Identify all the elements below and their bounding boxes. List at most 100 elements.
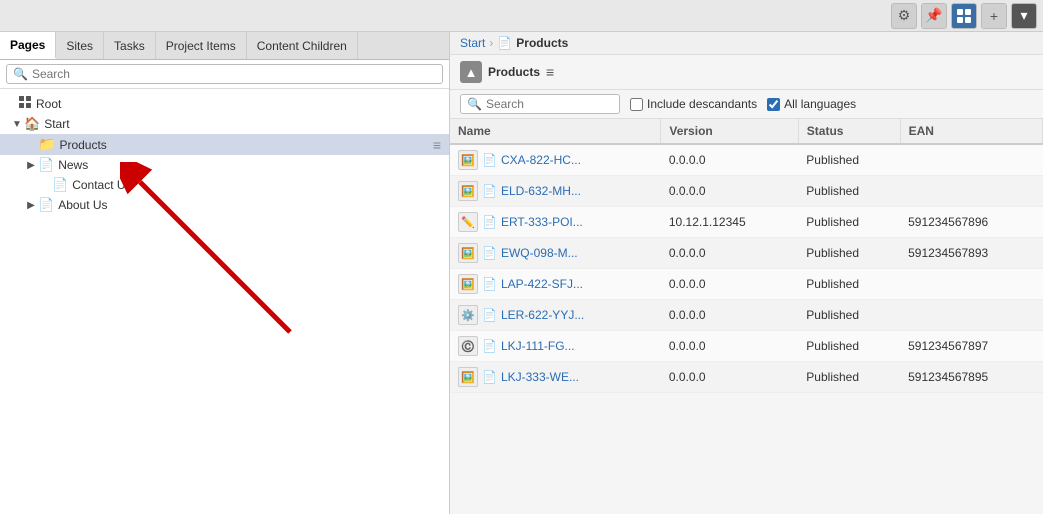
cell-ean: 591234567897	[900, 331, 1042, 362]
tree-root-label: Root	[36, 97, 445, 111]
table-row[interactable]: 🖼️ 📄 LAP-422-SFJ... 0.0.0.0Published	[450, 269, 1043, 300]
left-panel: Pages Sites Tasks Project Items Content …	[0, 32, 450, 514]
product-name[interactable]: EWQ-098-M...	[501, 246, 578, 260]
table-row[interactable]: 🖼️ 📄 ELD-632-MH... 0.0.0.0Published	[450, 176, 1043, 207]
tab-tasks[interactable]: Tasks	[104, 32, 156, 59]
include-descendants-group: Include descandants	[630, 97, 757, 111]
content-title-group: ▲ Products ≡	[460, 61, 554, 83]
page-file-icon: 📄	[482, 215, 497, 229]
breadcrumb-start-link[interactable]: Start	[460, 36, 485, 50]
include-descendants-checkbox[interactable]	[630, 98, 643, 111]
cell-ean	[900, 269, 1042, 300]
all-languages-label: All languages	[784, 97, 856, 111]
product-name[interactable]: LKJ-333-WE...	[501, 370, 579, 384]
product-name[interactable]: LAP-422-SFJ...	[501, 277, 583, 291]
grid-icon-btn[interactable]	[951, 3, 977, 29]
tree-item-root[interactable]: Root	[0, 93, 449, 114]
more-icon-btn[interactable]: ▾	[1011, 3, 1037, 29]
cell-version: 0.0.0.0	[661, 269, 798, 300]
data-table: Name Version Status EAN 🖼️ 📄 CXA-822-HC.…	[450, 119, 1043, 514]
table-row[interactable]: 🖼️ 📄 EWQ-098-M... 0.0.0.0Published591234…	[450, 238, 1043, 269]
breadcrumb-separator: ›	[489, 36, 493, 50]
cell-version: 0.0.0.0	[661, 144, 798, 176]
cell-version: 0.0.0.0	[661, 238, 798, 269]
page-file-icon: 📄	[482, 184, 497, 198]
expander-about: ▶	[24, 200, 38, 211]
row-thumbnail: 🖼️	[458, 274, 478, 294]
tab-project-items[interactable]: Project Items	[156, 32, 247, 59]
breadcrumb-current: 📄 Products	[497, 36, 568, 50]
tab-bar: Pages Sites Tasks Project Items Content …	[0, 32, 449, 60]
table-row[interactable]: 🖼️ 📄 LKJ-333-WE... 0.0.0.0Published59123…	[450, 362, 1043, 393]
row-thumbnail: ⚙️	[458, 305, 478, 325]
up-button[interactable]: ▲	[460, 61, 482, 83]
tab-content-children[interactable]: Content Children	[247, 32, 358, 59]
filter-row: 🔍 Include descandants All languages	[450, 90, 1043, 119]
table-row[interactable]: ©️ 📄 LKJ-111-FG... 0.0.0.0Published59123…	[450, 331, 1043, 362]
left-search-bar: 🔍	[0, 60, 449, 89]
row-thumbnail: ©️	[458, 336, 478, 356]
gear-icon-btn[interactable]: ⚙	[891, 3, 917, 29]
cell-name: 🖼️ 📄 ELD-632-MH...	[450, 176, 661, 207]
cell-status: Published	[798, 176, 900, 207]
tree-item-contact[interactable]: 📄 Contact Us	[0, 175, 449, 195]
col-status: Status	[798, 119, 900, 144]
left-search-input[interactable]	[32, 67, 436, 81]
all-languages-checkbox[interactable]	[767, 98, 780, 111]
tree-start-label: Start	[44, 117, 445, 131]
col-ean: EAN	[900, 119, 1042, 144]
product-name[interactable]: LKJ-111-FG...	[501, 339, 575, 353]
filter-search-input[interactable]	[486, 97, 613, 111]
cell-ean	[900, 300, 1042, 331]
row-thumbnail: 🖼️	[458, 367, 478, 387]
filter-search-wrap: 🔍	[460, 94, 620, 114]
row-thumbnail: ✏️	[458, 212, 478, 232]
search-icon: 🔍	[13, 67, 28, 81]
tree-item-products[interactable]: 📁 Products ≡	[0, 134, 449, 155]
col-version: Version	[661, 119, 798, 144]
cell-status: Published	[798, 238, 900, 269]
cell-name: 🖼️ 📄 LAP-422-SFJ...	[450, 269, 661, 300]
cell-name: ©️ 📄 LKJ-111-FG...	[450, 331, 661, 362]
product-name[interactable]: LER-622-YYJ...	[501, 308, 584, 322]
cell-version: 0.0.0.0	[661, 300, 798, 331]
expander-news: ▶	[24, 160, 38, 171]
product-name[interactable]: ELD-632-MH...	[501, 184, 581, 198]
table-row[interactable]: ⚙️ 📄 LER-622-YYJ... 0.0.0.0Published	[450, 300, 1043, 331]
pin-icon-btn[interactable]: 📌	[921, 3, 947, 29]
tree-item-start[interactable]: ▼ 🏠 Start	[0, 114, 449, 134]
cell-name: ⚙️ 📄 LER-622-YYJ...	[450, 300, 661, 331]
cell-ean	[900, 144, 1042, 176]
plus-icon-btn[interactable]: +	[981, 3, 1007, 29]
content-header: ▲ Products ≡	[450, 55, 1043, 90]
cell-version: 0.0.0.0	[661, 331, 798, 362]
tab-sites[interactable]: Sites	[56, 32, 104, 59]
cell-status: Published	[798, 331, 900, 362]
tree-item-about[interactable]: ▶ 📄 About Us	[0, 195, 449, 215]
right-panel: Start › 📄 Products ▲ Products ≡ 🔍	[450, 32, 1043, 514]
cell-status: Published	[798, 300, 900, 331]
cell-name: 🖼️ 📄 EWQ-098-M...	[450, 238, 661, 269]
cell-status: Published	[798, 207, 900, 238]
page-icon-news: 📄	[38, 157, 54, 173]
product-name[interactable]: ERT-333-POI...	[501, 215, 583, 229]
grid-icon	[18, 95, 32, 112]
tree-about-label: About Us	[58, 198, 445, 212]
tab-pages[interactable]: Pages	[0, 32, 56, 59]
all-languages-group: All languages	[767, 97, 856, 111]
cell-ean: 591234567893	[900, 238, 1042, 269]
page-icon-about: 📄	[38, 197, 54, 213]
product-name[interactable]: CXA-822-HC...	[501, 153, 581, 167]
cell-name: 🖼️ 📄 CXA-822-HC...	[450, 144, 661, 176]
page-file-icon: 📄	[482, 153, 497, 167]
table-row[interactable]: ✏️ 📄 ERT-333-POI... 10.12.1.12345Publish…	[450, 207, 1043, 238]
cell-status: Published	[798, 144, 900, 176]
cell-status: Published	[798, 362, 900, 393]
tree-options-btn[interactable]: ≡	[429, 137, 445, 153]
tree-item-news[interactable]: ▶ 📄 News	[0, 155, 449, 175]
table-row[interactable]: 🖼️ 📄 CXA-822-HC... 0.0.0.0Published	[450, 144, 1043, 176]
content-menu-btn[interactable]: ≡	[546, 64, 554, 80]
cell-version: 10.12.1.12345	[661, 207, 798, 238]
page-file-icon: 📄	[482, 277, 497, 291]
cell-version: 0.0.0.0	[661, 176, 798, 207]
